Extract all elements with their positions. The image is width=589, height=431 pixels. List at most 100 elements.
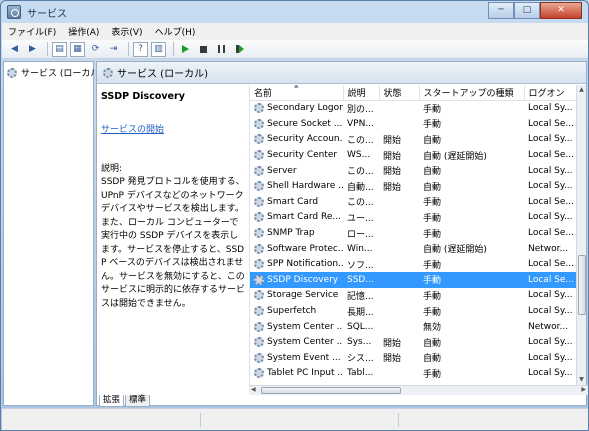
- toolbar-separator: [47, 42, 48, 56]
- gear-icon: [254, 134, 264, 145]
- properties-icon[interactable]: ▦: [70, 41, 85, 57]
- minimize-button[interactable]: ─: [488, 2, 514, 19]
- toolbar-separator: [128, 42, 129, 56]
- scroll-up-icon[interactable]: ▲: [577, 85, 586, 95]
- service-logon-cell: Local Sy...: [528, 165, 573, 176]
- table-row[interactable]: Secure Socket ... VPN... 手動 Local Se...: [250, 116, 578, 132]
- table-row[interactable]: SSDP Discovery SSD... 手動 Local Se...: [250, 272, 578, 288]
- service-logon-cell: Networ...: [528, 321, 569, 332]
- gear-icon: [254, 274, 264, 285]
- gear-icon: [254, 368, 264, 379]
- refresh-icon[interactable]: ⟳: [88, 42, 103, 57]
- close-button[interactable]: ✕: [540, 2, 582, 19]
- service-name: SNMP Trap: [267, 228, 315, 239]
- service-name-cell: Software Protec...: [250, 241, 343, 257]
- view-tabs: 拡張 標準: [99, 395, 151, 407]
- forward-arrow-icon[interactable]: ▶: [25, 42, 40, 57]
- scroll-left-icon[interactable]: ◀: [251, 386, 256, 393]
- table-row[interactable]: Tablet PC Input ... Tabl... 手動 Local Sy...: [250, 366, 578, 382]
- column-header-description[interactable]: 説明: [343, 85, 380, 101]
- start-service-link[interactable]: サービスの開始: [101, 122, 243, 135]
- service-name-cell: Server: [250, 163, 343, 179]
- service-startup-cell: 手動: [423, 369, 442, 380]
- service-description-cell: SQL...: [347, 321, 374, 332]
- description-label: 説明:: [101, 164, 123, 174]
- gear-icon: [254, 165, 264, 176]
- service-logon-cell: Local Sy...: [528, 337, 573, 348]
- table-row[interactable]: System Center ... SQL... 無効 Networ...: [250, 319, 578, 335]
- maximize-button[interactable]: □: [514, 2, 540, 19]
- back-arrow-icon[interactable]: ◀: [7, 42, 22, 57]
- gear-icon: [254, 181, 264, 192]
- vertical-scrollbar[interactable]: ▲ ▼: [576, 85, 586, 385]
- service-startup-cell: 手動: [423, 307, 442, 318]
- service-name-cell: System Center ...: [250, 319, 343, 335]
- tab-extended[interactable]: 拡張: [99, 395, 125, 407]
- status-bar: [2, 408, 588, 430]
- menu-action[interactable]: 操作(A): [68, 25, 99, 38]
- tab-standard[interactable]: 標準: [125, 395, 151, 407]
- service-name: System Center ...: [267, 321, 343, 332]
- table-row[interactable]: Security Center WS... 開始 自動 (遅延開始) Local Se.…: [250, 147, 578, 163]
- table-row[interactable]: Security Accoun... この... 開始 自動 Local Sy...: [250, 132, 578, 148]
- service-startup-cell: 手動: [423, 120, 442, 131]
- table-row[interactable]: SNMP Trap ロー... 手動 Local Se...: [250, 225, 578, 241]
- table-row[interactable]: Secondary Logon 別の... 手動 Local Sy...: [250, 100, 578, 116]
- service-startup-cell: 自動: [423, 167, 442, 178]
- service-description-cell: 別の...: [347, 104, 374, 115]
- service-logon-cell: Local Sy...: [528, 368, 573, 379]
- table-row[interactable]: Server この... 開始 自動 Local Sy...: [250, 163, 578, 179]
- services-pane: サービス (ローカル) SSDP Discovery サービスの開始 説明: S…: [96, 61, 588, 407]
- tree-item-label: サービス (ローカル: [21, 69, 95, 79]
- services-table: ▲ 名前 説明 状態 スタートアップの種類 ログオン Secondary Logo…: [250, 85, 578, 381]
- table-row[interactable]: Smart Card Re... ユー... 手動 Local Sy...: [250, 210, 578, 226]
- column-header-logon[interactable]: ログオン: [524, 85, 578, 101]
- service-logon-cell: Local Se...: [528, 259, 575, 270]
- table-row[interactable]: Software Protec... Win... 自動 (遅延開始) Networ.…: [250, 241, 578, 257]
- table-row[interactable]: Superfetch 長期... 手動 Local Sy...: [250, 303, 578, 319]
- console-tree-icon[interactable]: ▤: [52, 41, 67, 57]
- show-hide-icon[interactable]: ▥: [151, 41, 166, 57]
- stop-service-icon[interactable]: [196, 42, 211, 57]
- service-name-cell: System Center ...: [250, 334, 343, 350]
- gear-icon: [7, 67, 17, 78]
- scroll-down-icon[interactable]: ▼: [577, 375, 586, 385]
- service-logon-cell: Local Sy...: [528, 212, 573, 223]
- gear-icon: [254, 118, 264, 129]
- service-logon-cell: Local Se...: [528, 150, 575, 161]
- column-header-name[interactable]: ▲ 名前: [250, 85, 344, 101]
- export-icon[interactable]: ⇥: [106, 42, 121, 57]
- service-name: Storage Service: [267, 290, 339, 301]
- scroll-right-icon[interactable]: ▶: [581, 386, 586, 393]
- service-status-cell: [379, 241, 419, 257]
- table-row[interactable]: System Event ... シス... 開始 自動 Local Sy...: [250, 350, 578, 366]
- table-row[interactable]: Shell Hardware ... 自動... 開始 自動 Local Sy...: [250, 178, 578, 194]
- column-header-startup-type[interactable]: スタートアップの種類: [419, 85, 525, 101]
- column-header-status[interactable]: 状態: [379, 85, 420, 101]
- table-row[interactable]: SPP Notification... ソフ... 手動 Local Se...: [250, 256, 578, 272]
- start-service-icon[interactable]: [178, 42, 193, 57]
- help-icon[interactable]: ?: [133, 41, 148, 57]
- horizontal-scrollbar[interactable]: ◀ ▶: [249, 385, 588, 395]
- service-name-cell: Smart Card Re...: [250, 210, 343, 226]
- service-status-cell: 開始: [383, 338, 402, 349]
- horizontal-scroll-thumb[interactable]: [261, 387, 401, 394]
- tree-item-services-local[interactable]: サービス (ローカル: [7, 66, 95, 79]
- menu-help[interactable]: ヘルプ(H): [155, 25, 196, 38]
- service-name-cell: SSDP Discovery: [250, 272, 343, 288]
- pause-service-icon[interactable]: [214, 42, 229, 57]
- service-status-cell: 開始: [383, 354, 402, 365]
- table-row[interactable]: System Center ... Sys... 開始 自動 Local Sy...: [250, 334, 578, 350]
- service-logon-cell: Local Sy...: [528, 181, 573, 192]
- table-row[interactable]: Storage Service 記憶... 手動 Local Sy...: [250, 288, 578, 304]
- service-name-cell: Secure Socket ...: [250, 116, 343, 132]
- menu-file[interactable]: ファイル(F): [8, 25, 56, 38]
- service-status-cell: 開始: [383, 182, 402, 193]
- restart-service-icon[interactable]: [232, 42, 247, 57]
- vertical-scroll-thumb[interactable]: [578, 255, 586, 315]
- service-name: Shell Hardware ...: [267, 181, 343, 192]
- sort-ascending-icon: ▲: [294, 85, 299, 89]
- menu-view[interactable]: 表示(V): [111, 25, 142, 38]
- service-startup-cell: 手動: [423, 104, 442, 115]
- table-row[interactable]: Smart Card この... 手動 Local Se...: [250, 194, 578, 210]
